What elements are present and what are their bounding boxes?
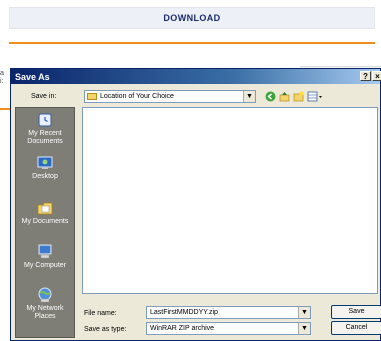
save-button[interactable]: Save <box>331 305 381 319</box>
folder-icon <box>87 93 97 100</box>
file-name-label: File name: <box>84 310 117 317</box>
save-in-select[interactable]: Location of Your Choice ▼ <box>84 90 256 103</box>
place-desktop[interactable]: Desktop <box>16 155 74 181</box>
chevron-down-icon[interactable]: ▼ <box>298 307 310 318</box>
background-text-fragment: a i: <box>0 70 4 85</box>
chevron-down-icon[interactable]: ▼ <box>243 91 255 102</box>
save-in-value: Location of Your Choice <box>100 93 174 100</box>
file-list[interactable] <box>82 107 378 294</box>
place-my-recent-documents[interactable]: My Recent Documents <box>16 112 74 146</box>
save-as-type-label: Save as type: <box>84 326 127 333</box>
save-as-dialog: Save As ? × Save in: Location of Your Ch… <box>10 68 381 341</box>
recent-documents-icon <box>37 112 53 128</box>
views-menu-icon[interactable] <box>307 91 323 102</box>
my-computer-icon <box>37 244 53 260</box>
place-label: My Recent Documents <box>27 130 63 145</box>
place-my-computer[interactable]: My Computer <box>16 244 74 270</box>
save-as-type-select[interactable]: WinRAR ZIP archive ▼ <box>146 322 311 335</box>
dialog-titlebar[interactable]: Save As <box>11 69 380 84</box>
cancel-button[interactable]: Cancel <box>331 321 381 335</box>
place-label: Desktop <box>32 173 58 180</box>
dialog-title: Save As <box>15 71 50 82</box>
place-label: My Documents <box>21 218 69 225</box>
orange-divider <box>9 42 375 44</box>
save-in-label: Save in: <box>31 93 57 100</box>
up-folder-icon[interactable] <box>279 91 290 102</box>
place-label: My Network Places <box>26 305 64 320</box>
place-my-documents[interactable]: My Documents <box>16 200 74 226</box>
place-my-network-places[interactable]: My Network Places <box>16 287 74 321</box>
desktop-icon <box>37 155 53 171</box>
file-name-value: LastFirstMMDDYY.zip <box>150 309 218 316</box>
file-name-input[interactable]: LastFirstMMDDYY.zip ▼ <box>146 306 311 319</box>
download-title: DOWNLOAD <box>163 13 221 23</box>
close-button[interactable]: × <box>372 71 381 81</box>
chevron-down-icon[interactable]: ▼ <box>298 323 310 334</box>
new-folder-icon[interactable] <box>293 91 304 102</box>
save-as-type-value: WinRAR ZIP archive <box>150 325 215 332</box>
network-places-icon <box>37 287 53 303</box>
place-label: My Computer <box>23 262 66 269</box>
help-button[interactable]: ? <box>360 71 371 81</box>
orange-divider-small <box>0 108 10 110</box>
places-bar: My Recent Documents Desktop My Documents… <box>15 107 75 338</box>
download-header: DOWNLOAD <box>9 7 375 29</box>
back-icon[interactable] <box>265 91 276 102</box>
my-documents-icon <box>37 200 53 216</box>
